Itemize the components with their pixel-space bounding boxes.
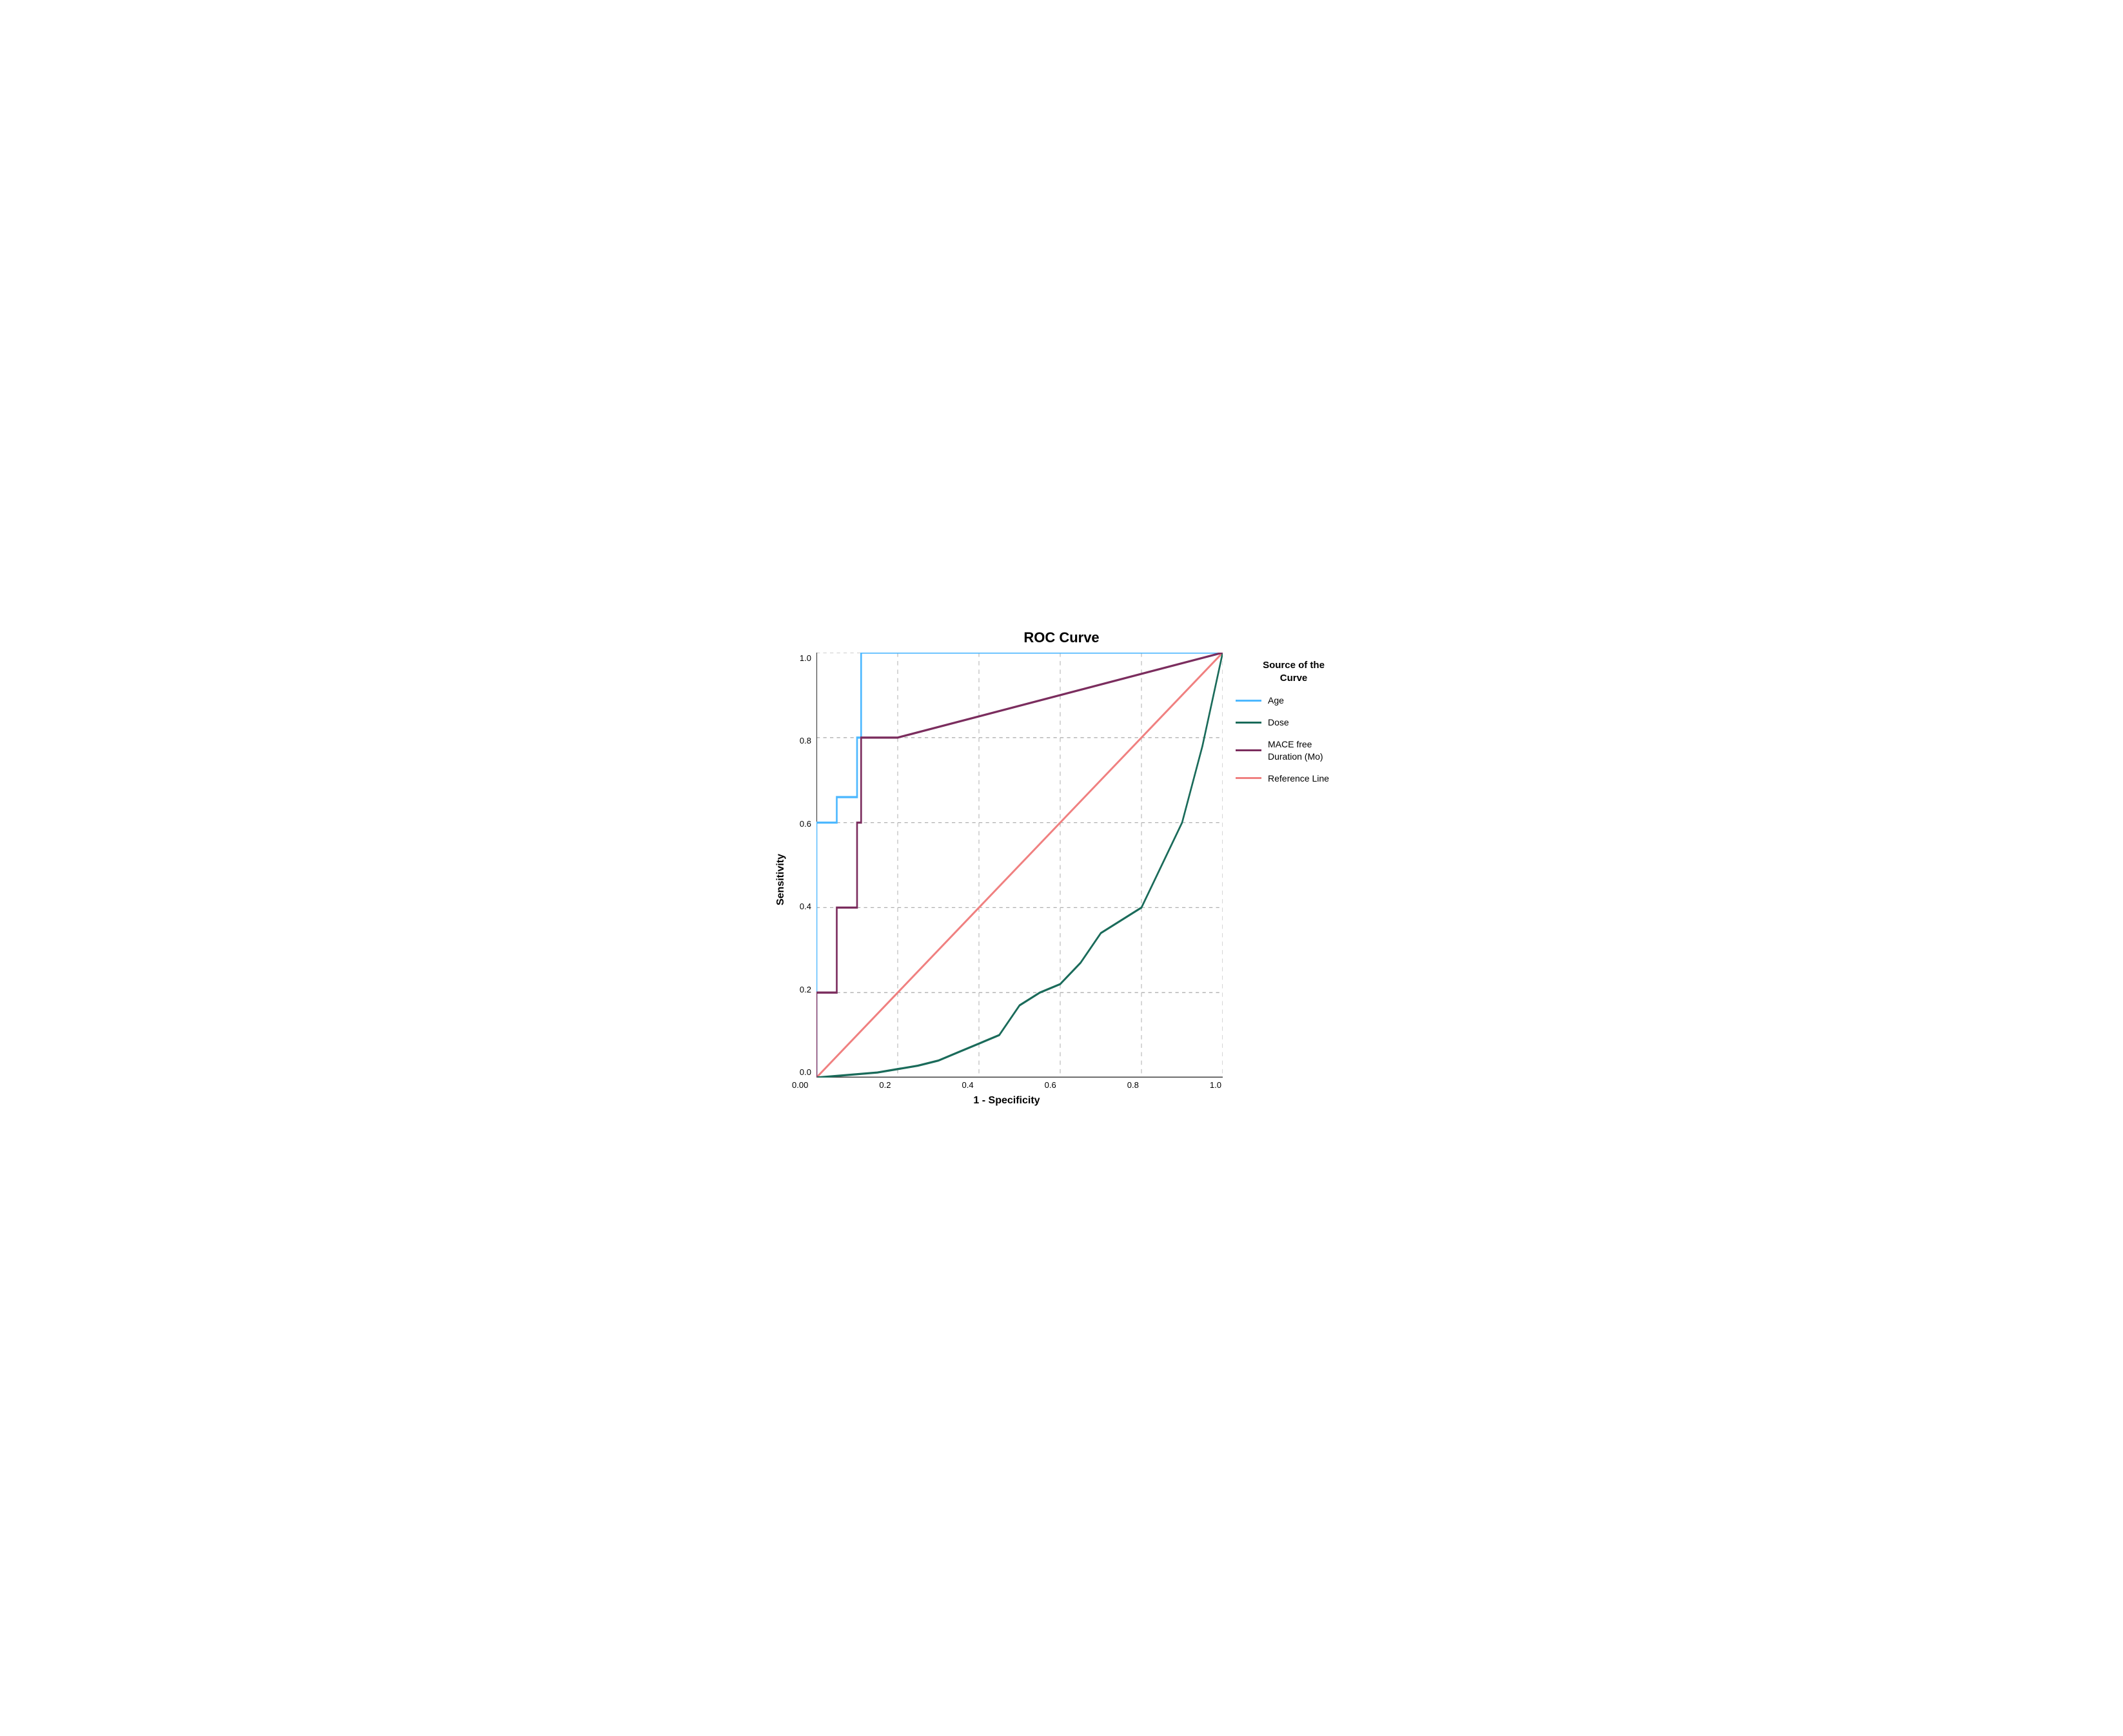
legend-title: Source of theCurve (1236, 659, 1352, 684)
legend-item-ref: Reference Line (1236, 773, 1352, 784)
legend-label-dose: Dose (1268, 716, 1289, 728)
legend-item-age: Age (1236, 695, 1352, 706)
legend-line-age (1236, 700, 1261, 702)
y-ticks: 1.0 0.8 0.6 0.4 0.2 0.0 (791, 653, 816, 1078)
y-tick-2: 0.8 (800, 736, 811, 745)
legend: Source of theCurve Age Dose MACE freeDur… (1223, 653, 1352, 1107)
y-tick-4: 0.4 (800, 902, 811, 911)
x-tick-4: 0.4 (962, 1080, 973, 1090)
legend-line-mace (1236, 749, 1261, 751)
y-axis-label: Sensitivity (775, 854, 787, 905)
legend-item-dose: Dose (1236, 716, 1352, 728)
y-tick-5: 0.2 (800, 985, 811, 994)
x-tick-0: 0.00 (792, 1080, 808, 1090)
plot-area-row: 1.0 0.8 0.6 0.4 0.2 0.0 (791, 653, 1223, 1078)
roc-svg (816, 653, 1223, 1078)
svg-container (816, 653, 1223, 1078)
y-tick-6: 0.0 (800, 1068, 811, 1076)
legend-item-mace: MACE freeDuration (Mo) (1236, 738, 1352, 762)
x-tick-8: 0.8 (1127, 1080, 1139, 1090)
x-tick-10: 1.0 (1210, 1080, 1221, 1090)
x-ticks: 0.00 0.2 0.4 0.6 0.8 1.0 (791, 1080, 1223, 1090)
x-tick-6: 0.6 (1045, 1080, 1056, 1090)
legend-label-age: Age (1268, 695, 1284, 706)
legend-line-dose (1236, 722, 1261, 724)
chart-container: ROC Curve Sensitivity 1.0 0.8 0.6 0.4 0.… (771, 629, 1352, 1107)
y-axis-label-container: Sensitivity (771, 653, 791, 1107)
legend-line-ref (1236, 777, 1261, 779)
x-axis-label: 1 - Specificity (791, 1095, 1223, 1107)
legend-label-ref: Reference Line (1268, 773, 1329, 784)
x-tick-2: 0.2 (879, 1080, 891, 1090)
chart-body: Sensitivity 1.0 0.8 0.6 0.4 0.2 0.0 (771, 653, 1352, 1107)
plot-and-x: 1.0 0.8 0.6 0.4 0.2 0.0 (791, 653, 1223, 1107)
chart-title: ROC Curve (1023, 629, 1099, 646)
y-tick-1: 1.0 (800, 654, 811, 662)
legend-label-mace: MACE freeDuration (Mo) (1268, 738, 1323, 762)
y-tick-3: 0.6 (800, 820, 811, 828)
